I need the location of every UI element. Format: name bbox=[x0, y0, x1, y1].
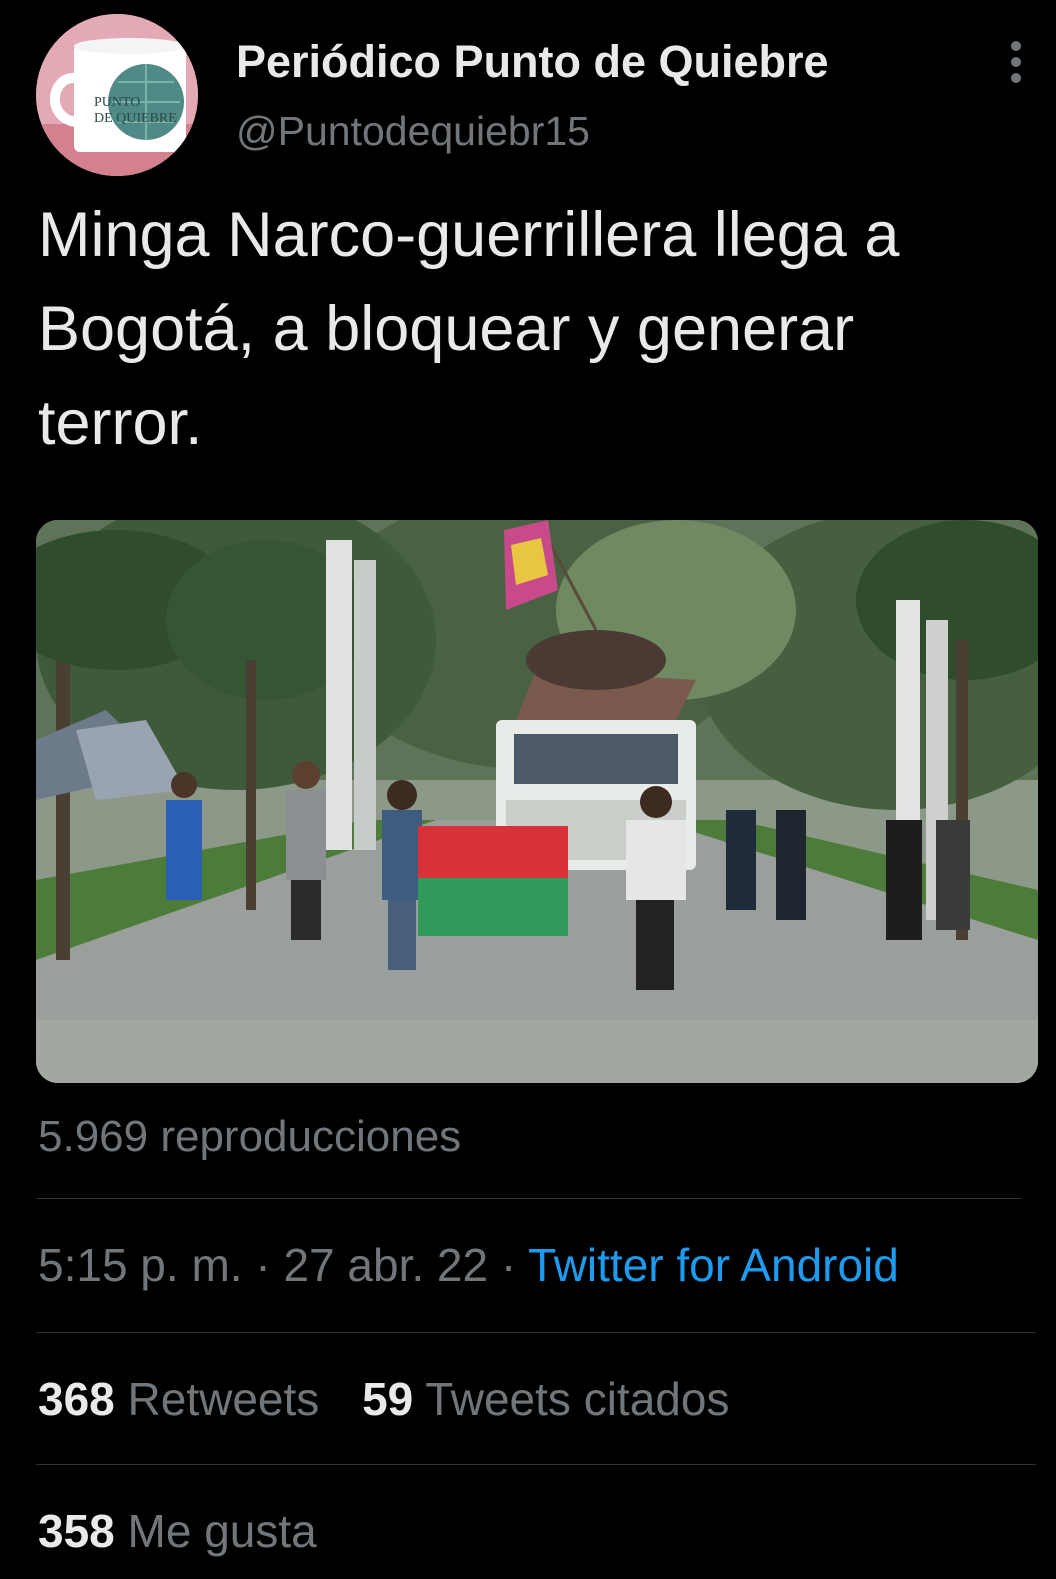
divider bbox=[36, 1198, 1022, 1199]
author-avatar[interactable]: PUNTO DE QUIEBRE bbox=[36, 14, 198, 176]
avatar-mug-image: PUNTO DE QUIEBRE bbox=[36, 14, 198, 176]
tweet-date[interactable]: 27 abr. 22 bbox=[283, 1239, 488, 1291]
quote-tweets-link[interactable]: 59 Tweets citados bbox=[362, 1373, 729, 1425]
more-options-button[interactable] bbox=[996, 38, 1036, 86]
divider bbox=[36, 1332, 1036, 1333]
view-count: 5.969 reproducciones bbox=[38, 1112, 462, 1161]
video-thumbnail bbox=[36, 520, 1038, 1083]
tweet-time[interactable]: 5:15 p. m. bbox=[38, 1239, 243, 1291]
meta-separator: · bbox=[488, 1239, 529, 1291]
avatar-text-line2: DE QUIEBRE bbox=[94, 111, 177, 126]
more-vertical-icon bbox=[1011, 41, 1021, 83]
retweets-count: 368 bbox=[38, 1373, 115, 1425]
author-handle[interactable]: @Puntodequiebr15 bbox=[236, 108, 590, 155]
likes-label: Me gusta bbox=[127, 1505, 317, 1557]
avatar-text-line1: PUNTO bbox=[94, 95, 140, 110]
tweet-text: Minga Narco-guerrillera llega a Bogotá, … bbox=[38, 200, 900, 458]
likes-count: 358 bbox=[38, 1505, 115, 1557]
likes-link[interactable]: 358 Me gusta bbox=[38, 1505, 317, 1557]
author-display-name[interactable]: Periódico Punto de Quiebre bbox=[236, 36, 829, 88]
tweet-source-link[interactable]: Twitter for Android bbox=[528, 1239, 899, 1291]
likes-stat: 358 Me gusta bbox=[38, 1504, 347, 1558]
retweets-label: Retweets bbox=[127, 1373, 320, 1425]
tweet-video-media[interactable] bbox=[36, 520, 1038, 1083]
retweets-link[interactable]: 368 Retweets bbox=[38, 1373, 319, 1425]
quotes-label: Tweets citados bbox=[425, 1373, 730, 1425]
engagement-stats: 368 Retweets 59 Tweets citados bbox=[38, 1372, 759, 1426]
quotes-count: 59 bbox=[362, 1373, 414, 1425]
tweet-metadata: 5:15 p. m. · 27 abr. 22 · Twitter for An… bbox=[38, 1238, 899, 1292]
divider bbox=[36, 1464, 1036, 1465]
meta-separator: · bbox=[242, 1239, 284, 1291]
tweet-header: PUNTO DE QUIEBRE Periódico Punto de Quie… bbox=[0, 0, 1056, 180]
